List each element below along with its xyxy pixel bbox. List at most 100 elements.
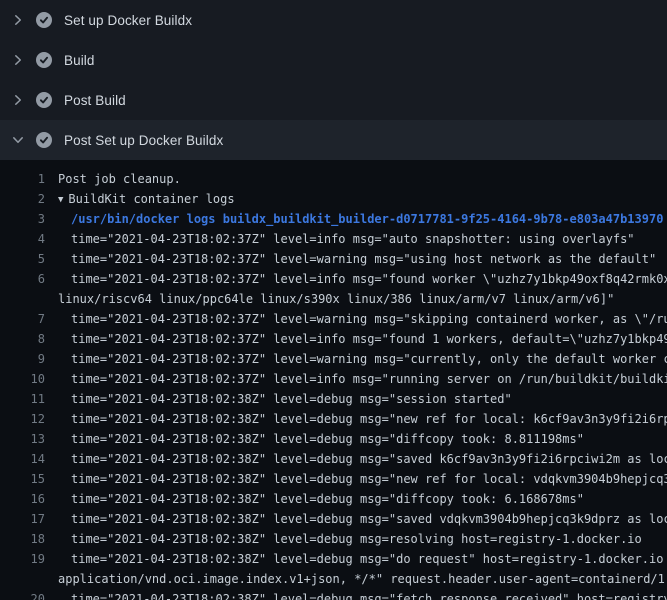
chevron-right-icon[interactable] (11, 93, 25, 107)
log-text-content: time="2021-04-23T18:02:38Z" level=debug … (71, 432, 584, 446)
log-text: ▼ BuildKit container logs (58, 189, 667, 209)
step-section[interactable]: Build (0, 40, 667, 80)
line-number[interactable] (0, 289, 45, 309)
log-text-content: time="2021-04-23T18:02:37Z" level=info m… (71, 372, 667, 386)
log-text: time="2021-04-23T18:02:38Z" level=debug … (58, 429, 667, 449)
check-circle-icon (36, 12, 52, 28)
check-circle-icon (36, 52, 52, 68)
line-number[interactable]: 15 (0, 469, 45, 489)
log-text: Post job cleanup. (58, 169, 667, 189)
log-line: 13 time="2021-04-23T18:02:38Z" level=deb… (0, 429, 667, 449)
line-number[interactable]: 2 (0, 189, 45, 209)
line-number[interactable]: 8 (0, 329, 45, 349)
log-line: 7 time="2021-04-23T18:02:37Z" level=warn… (0, 309, 667, 329)
line-number[interactable]: 9 (0, 349, 45, 369)
log-text-content: time="2021-04-23T18:02:38Z" level=debug … (71, 512, 667, 526)
log-line: 19 time="2021-04-23T18:02:38Z" level=deb… (0, 549, 667, 569)
step-title: Set up Docker Buildx (64, 13, 192, 28)
log-text-content: time="2021-04-23T18:02:38Z" level=debug … (71, 492, 584, 506)
log-text-content: time="2021-04-23T18:02:38Z" level=debug … (71, 392, 512, 406)
log-line: 9 time="2021-04-23T18:02:37Z" level=warn… (0, 349, 667, 369)
log-text-content: Post job cleanup. (58, 172, 181, 186)
log-text-content: time="2021-04-23T18:02:38Z" level=debug … (71, 532, 642, 546)
log-area: 1 Post job cleanup. 2 ▼ BuildKit containe… (0, 160, 667, 600)
log-text-content: time="2021-04-23T18:02:37Z" level=info m… (71, 272, 667, 286)
line-number[interactable]: 13 (0, 429, 45, 449)
log-line: 8 time="2021-04-23T18:02:37Z" level=info… (0, 329, 667, 349)
log-text-content: time="2021-04-23T18:02:38Z" level=debug … (71, 452, 667, 466)
log-text: time="2021-04-23T18:02:38Z" level=debug … (58, 589, 667, 600)
line-number[interactable]: 18 (0, 529, 45, 549)
log-text: time="2021-04-23T18:02:38Z" level=debug … (58, 509, 667, 529)
log-text-content: time="2021-04-23T18:02:38Z" level=debug … (71, 412, 667, 426)
step-section[interactable]: Set up Docker Buildx (0, 0, 667, 40)
log-text-content: /usr/bin/docker logs buildx_buildkit_bui… (71, 212, 663, 226)
log-line: linux/riscv64 linux/ppc64le linux/s390x … (0, 289, 667, 309)
log-text: time="2021-04-23T18:02:37Z" level=info m… (58, 229, 667, 249)
line-number[interactable]: 16 (0, 489, 45, 509)
log-line: 1 Post job cleanup. (0, 169, 667, 189)
chevron-right-icon[interactable] (11, 13, 25, 27)
actions-log-viewer: Set up Docker Buildx Build Post Build (0, 0, 667, 600)
log-text: time="2021-04-23T18:02:37Z" level=warnin… (58, 249, 667, 269)
log-text: time="2021-04-23T18:02:37Z" level=info m… (58, 369, 667, 389)
line-number[interactable]: 14 (0, 449, 45, 469)
log-text-content: time="2021-04-23T18:02:37Z" level=warnin… (71, 352, 667, 366)
log-line: 17 time="2021-04-23T18:02:38Z" level=deb… (0, 509, 667, 529)
log-text-content: time="2021-04-23T18:02:38Z" level=debug … (71, 472, 667, 486)
line-number[interactable]: 5 (0, 249, 45, 269)
line-number[interactable]: 17 (0, 509, 45, 529)
log-line: 18 time="2021-04-23T18:02:38Z" level=deb… (0, 529, 667, 549)
log-text: /usr/bin/docker logs buildx_buildkit_bui… (58, 209, 667, 229)
step-title: Post Set up Docker Buildx (64, 133, 223, 148)
log-line: 2 ▼ BuildKit container logs (0, 189, 667, 209)
line-number[interactable]: 11 (0, 389, 45, 409)
log-text: time="2021-04-23T18:02:37Z" level=info m… (58, 269, 667, 289)
line-number[interactable] (0, 569, 45, 589)
log-line: 6 time="2021-04-23T18:02:37Z" level=info… (0, 269, 667, 289)
log-text-content: time="2021-04-23T18:02:37Z" level=warnin… (71, 312, 667, 326)
log-text-content: time="2021-04-23T18:02:38Z" level=debug … (71, 552, 667, 566)
log-line: 20 time="2021-04-23T18:02:38Z" level=deb… (0, 589, 667, 600)
line-number[interactable]: 20 (0, 589, 45, 600)
line-number[interactable]: 3 (0, 209, 45, 229)
chevron-right-icon[interactable] (11, 53, 25, 67)
log-text: time="2021-04-23T18:02:37Z" level=warnin… (58, 349, 667, 369)
collapse-toggle-icon[interactable]: ▼ (58, 190, 63, 209)
chevron-down-icon[interactable] (11, 133, 25, 147)
step-title: Post Build (64, 93, 126, 108)
line-number[interactable]: 6 (0, 269, 45, 289)
line-number[interactable]: 1 (0, 169, 45, 189)
log-line: 3 /usr/bin/docker logs buildx_buildkit_b… (0, 209, 667, 229)
step-title: Build (64, 53, 95, 68)
check-circle-icon (36, 92, 52, 108)
log-text-content: time="2021-04-23T18:02:37Z" level=warnin… (71, 252, 656, 266)
log-line: 11 time="2021-04-23T18:02:38Z" level=deb… (0, 389, 667, 409)
log-text-content: BuildKit container logs (68, 192, 234, 206)
line-number[interactable]: 19 (0, 549, 45, 569)
log-text: time="2021-04-23T18:02:38Z" level=debug … (58, 469, 667, 489)
log-text: time="2021-04-23T18:02:37Z" level=info m… (58, 329, 667, 349)
step-section[interactable]: Post Build (0, 80, 667, 120)
log-text-content: time="2021-04-23T18:02:37Z" level=info m… (71, 232, 635, 246)
line-number[interactable]: 7 (0, 309, 45, 329)
check-circle-icon (36, 132, 52, 148)
log-text: time="2021-04-23T18:02:38Z" level=debug … (58, 489, 667, 509)
log-text: time="2021-04-23T18:02:38Z" level=debug … (58, 389, 667, 409)
log-line: 5 time="2021-04-23T18:02:37Z" level=warn… (0, 249, 667, 269)
line-number[interactable]: 4 (0, 229, 45, 249)
log-line: 14 time="2021-04-23T18:02:38Z" level=deb… (0, 449, 667, 469)
log-text: time="2021-04-23T18:02:38Z" level=debug … (58, 409, 667, 429)
log-text: time="2021-04-23T18:02:38Z" level=debug … (58, 549, 667, 569)
log-text-content: application/vnd.oci.image.index.v1+json,… (58, 572, 667, 586)
line-number[interactable]: 10 (0, 369, 45, 389)
log-line: 4 time="2021-04-23T18:02:37Z" level=info… (0, 229, 667, 249)
line-number[interactable]: 12 (0, 409, 45, 429)
log-text: time="2021-04-23T18:02:37Z" level=warnin… (58, 309, 667, 329)
step-list: Set up Docker Buildx Build Post Build (0, 0, 667, 160)
log-line: 12 time="2021-04-23T18:02:38Z" level=deb… (0, 409, 667, 429)
log-line: 16 time="2021-04-23T18:02:38Z" level=deb… (0, 489, 667, 509)
step-section[interactable]: Post Set up Docker Buildx (0, 120, 667, 160)
log-text-content: time="2021-04-23T18:02:38Z" level=debug … (71, 592, 667, 600)
log-text: linux/riscv64 linux/ppc64le linux/s390x … (58, 289, 667, 309)
